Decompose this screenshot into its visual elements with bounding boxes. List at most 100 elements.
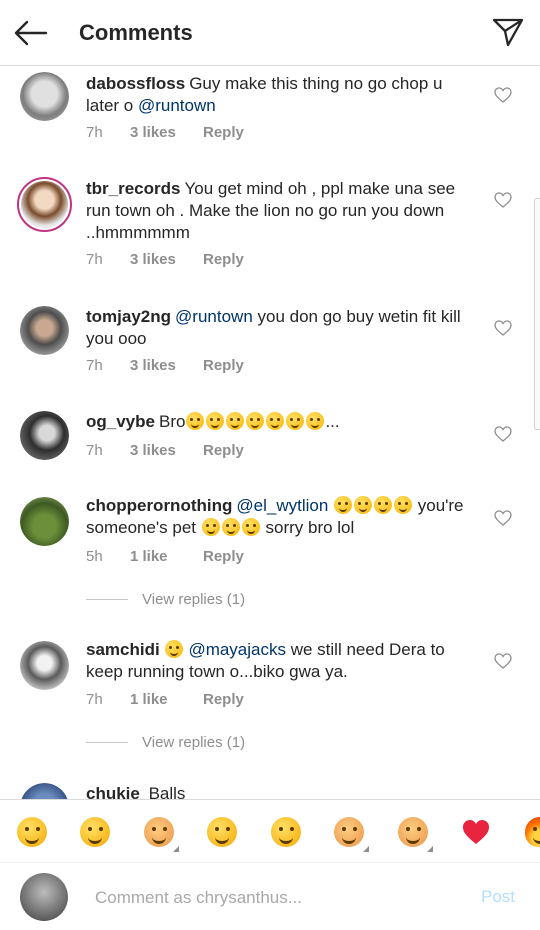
emoji-icon	[221, 518, 240, 536]
divider	[86, 599, 128, 600]
comment-likes[interactable]: 3 likes	[130, 357, 203, 374]
view-replies-label: View replies (1)	[142, 591, 246, 608]
skin-tone-indicator	[363, 846, 369, 852]
comment-username[interactable]: chukie	[86, 784, 140, 799]
fist-bump-emoji-icon	[398, 817, 428, 847]
emoji-icon	[334, 496, 353, 514]
comment-body: ...	[325, 412, 340, 431]
comment-meta: 7h 1 like Reply	[86, 691, 244, 708]
grinning-emoji[interactable]	[270, 816, 302, 848]
avatar[interactable]	[20, 411, 69, 460]
view-replies-button[interactable]: View replies (1)	[86, 591, 245, 608]
skin-tone-indicator	[427, 846, 433, 852]
grinning-emoji-icon	[271, 817, 301, 847]
comment-username[interactable]: og_vybe	[86, 412, 155, 431]
avatar[interactable]	[20, 72, 69, 121]
avatar[interactable]	[20, 306, 69, 355]
emoji-icon	[201, 518, 220, 536]
reply-button[interactable]: Reply	[203, 691, 244, 708]
comment-meta: 7h 3 likes Reply	[86, 357, 244, 374]
ok-hand-emoji[interactable]	[333, 816, 369, 852]
comment-composer: Post	[0, 863, 540, 930]
comment-body: Bro	[158, 412, 186, 431]
comment-text: tbr_records You get mind oh , ppl make un…	[86, 178, 476, 244]
fist-bump-emoji[interactable]	[397, 816, 433, 852]
comment-text: chukie Balls	[86, 783, 476, 799]
avatar[interactable]	[20, 783, 69, 799]
comment-likes[interactable]: 3 likes	[130, 124, 203, 141]
comment-text: og_vybe Bro...	[86, 411, 476, 433]
rolling-eyes-emoji[interactable]	[206, 816, 238, 848]
reply-button[interactable]: Reply	[203, 357, 244, 374]
rofl-emoji[interactable]	[79, 816, 111, 848]
avatar[interactable]	[20, 497, 69, 546]
comment-body: Balls	[143, 784, 186, 799]
comment-time: 7h	[86, 442, 103, 459]
avatar[interactable]	[20, 641, 69, 690]
page-title: Comments	[79, 20, 193, 45]
emoji-icon	[206, 412, 225, 430]
comment-username[interactable]: dabossfloss	[86, 74, 185, 93]
comment-likes[interactable]: 1 like	[130, 548, 203, 565]
emoji-icon	[266, 412, 285, 430]
comment-input[interactable]	[95, 885, 455, 911]
emoji-icon	[226, 412, 245, 430]
comment-text: tomjay2ng @runtown you don go buy wetin f…	[86, 306, 476, 350]
comment-username[interactable]: tomjay2ng	[86, 307, 171, 326]
heart-icon[interactable]	[494, 320, 512, 336]
reply-button[interactable]: Reply	[203, 251, 244, 268]
fire-emoji[interactable]	[524, 816, 540, 848]
rolling-eyes-emoji-icon	[207, 817, 237, 847]
comment-username[interactable]: chopperornothing	[86, 496, 232, 515]
comment-time: 7h	[86, 691, 103, 708]
view-replies-button[interactable]: View replies (1)	[86, 734, 245, 751]
comments-list[interactable]: dabossfloss Guy make this thing no go cho…	[0, 66, 540, 799]
heart-icon[interactable]	[494, 510, 512, 526]
emoji-icon	[374, 496, 393, 514]
paper-plane-icon	[492, 18, 524, 47]
comment-username[interactable]: samchidi	[86, 640, 160, 659]
view-replies-label: View replies (1)	[142, 734, 246, 751]
my-avatar	[20, 873, 68, 921]
tears-of-joy-emoji-icon	[17, 817, 47, 847]
comment-time: 7h	[86, 251, 103, 268]
post-button[interactable]: Post	[481, 887, 515, 907]
comment-likes[interactable]: 1 like	[130, 691, 203, 708]
arrow-left-icon	[14, 20, 48, 46]
red-heart-emoji[interactable]	[460, 816, 492, 848]
heart-icon[interactable]	[494, 87, 512, 103]
comment-time: 5h	[86, 548, 103, 565]
mention-link[interactable]: @runtown	[138, 96, 216, 115]
comment-username[interactable]: tbr_records	[86, 179, 180, 198]
back-button[interactable]	[14, 18, 48, 48]
comment-meta: 7h 3 likes Reply	[86, 442, 244, 459]
emoji-icon	[186, 412, 205, 430]
avatar-with-story-ring[interactable]	[17, 177, 72, 232]
reply-button[interactable]: Reply	[203, 548, 244, 565]
heart-icon[interactable]	[494, 426, 512, 442]
share-button[interactable]	[492, 16, 524, 48]
fire-emoji-icon	[525, 817, 540, 847]
raising-hands-emoji[interactable]	[143, 816, 179, 852]
comment-likes[interactable]: 3 likes	[130, 442, 203, 459]
reply-button[interactable]: Reply	[203, 124, 244, 141]
mention-link[interactable]: @mayajacks	[188, 640, 286, 659]
comment-meta: 7h 3 likes Reply	[86, 251, 244, 268]
mention-link[interactable]: @runtown	[175, 307, 253, 326]
comment-likes[interactable]: 3 likes	[130, 251, 203, 268]
reply-button[interactable]: Reply	[203, 442, 244, 459]
tears-of-joy-emoji[interactable]	[16, 816, 48, 848]
top-bar: Comments	[0, 0, 540, 66]
raising-hands-emoji-icon	[144, 817, 174, 847]
comment-meta: 5h 1 like Reply	[86, 548, 244, 565]
rofl-emoji-icon	[80, 817, 110, 847]
comment-text: chopperornothing @el_wytlion you're someo…	[86, 495, 476, 539]
scrollbar[interactable]	[534, 198, 540, 430]
emoji-bar	[0, 799, 540, 863]
emoji-icon	[286, 412, 305, 430]
comment-time: 7h	[86, 124, 103, 141]
emoji-icon	[164, 640, 183, 658]
heart-icon[interactable]	[494, 653, 512, 669]
heart-icon[interactable]	[494, 192, 512, 208]
mention-link[interactable]: @el_wytlion	[236, 496, 328, 515]
